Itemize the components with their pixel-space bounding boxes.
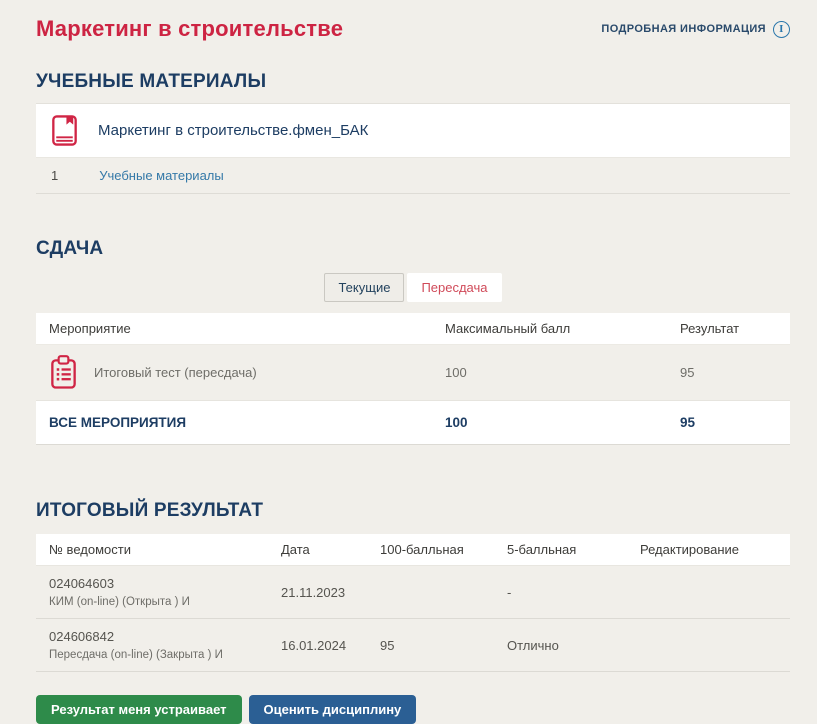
col-edit: Редактирование — [640, 542, 790, 557]
sheet-type: КИМ (on-line) (Открыта ) И — [49, 596, 281, 608]
col-sheet-number: № ведомости — [36, 542, 281, 557]
tab-current[interactable]: Текущие — [324, 273, 404, 302]
table-row: 024606842 Пересдача (on-line) (Закрыта )… — [36, 619, 790, 672]
total-max-score: 100 — [445, 415, 680, 430]
submission-heading: СДАЧА — [36, 238, 790, 260]
event-name[interactable]: Итоговый тест (пересдача) — [94, 365, 257, 380]
final-result-table: № ведомости Дата 100-балльная 5-балльная… — [36, 534, 790, 672]
material-link[interactable]: Учебные материалы — [99, 168, 224, 183]
submission-total-row: ВСЕ МЕРОПРИЯТИЯ 100 95 — [36, 401, 790, 445]
details-info-link[interactable]: ПОДРОБНАЯ ИНФОРМАЦИЯ i — [601, 21, 790, 38]
sheet-cell: 024064603 КИМ (on-line) (Открыта ) И — [36, 576, 281, 608]
page-container: Маркетинг в строительстве ПОДРОБНАЯ ИНФО… — [36, 0, 790, 724]
sheet-number: 024606842 — [49, 629, 281, 644]
final-result-heading: ИТОГОВЫЙ РЕЗУЛЬТАТ — [36, 500, 790, 522]
sheet-number: 024064603 — [49, 576, 281, 591]
rate-discipline-button[interactable]: Оценить дисциплину — [249, 695, 417, 724]
submission-table-header: Мероприятие Максимальный балл Результат — [36, 313, 790, 345]
event-result: 95 — [680, 365, 790, 380]
sheet-type: Пересдача (on-line) (Закрыта ) И — [49, 649, 281, 661]
material-index: 1 — [51, 168, 58, 183]
col-score5: 5-балльная — [507, 542, 640, 557]
event-max-score: 100 — [445, 365, 680, 380]
info-icon[interactable]: i — [773, 21, 790, 38]
materials-heading: УЧЕБНЫЕ МАТЕРИАЛЫ — [36, 71, 790, 93]
page-title: Маркетинг в строительстве — [36, 16, 343, 42]
final-result-header: № ведомости Дата 100-балльная 5-балльная… — [36, 534, 790, 566]
tab-retake[interactable]: Пересдача — [407, 273, 501, 302]
sheet-score5: - — [507, 585, 640, 600]
col-result: Результат — [680, 321, 790, 336]
sheet-score100: 95 — [380, 638, 507, 653]
table-row: 024064603 КИМ (on-line) (Открыта ) И 21.… — [36, 566, 790, 619]
material-row: 1 Учебные материалы — [36, 158, 790, 194]
clipboard-icon — [48, 354, 79, 391]
total-label: ВСЕ МЕРОПРИЯТИЯ — [36, 415, 445, 430]
details-info-label: ПОДРОБНАЯ ИНФОРМАЦИЯ — [601, 23, 766, 35]
col-event: Мероприятие — [36, 321, 445, 336]
total-result: 95 — [680, 415, 790, 430]
submission-tabs: Текущие Пересдача — [36, 273, 790, 302]
course-name: Маркетинг в строительстве.фмен_БАК — [98, 122, 368, 139]
sheet-date: 16.01.2024 — [281, 638, 380, 653]
table-row: Итоговый тест (пересдача) 100 95 — [36, 345, 790, 401]
sheet-cell: 024606842 Пересдача (on-line) (Закрыта )… — [36, 629, 281, 661]
submission-table: Мероприятие Максимальный балл Результат — [36, 313, 790, 445]
event-cell: Итоговый тест (пересдача) — [36, 354, 445, 391]
accept-result-button[interactable]: Результат меня устраивает — [36, 695, 242, 724]
col-score100: 100-балльная — [380, 542, 507, 557]
col-max-score: Максимальный балл — [445, 321, 680, 336]
action-buttons: Результат меня устраивает Оценить дисцип… — [36, 695, 790, 724]
course-card[interactable]: Маркетинг в строительстве.фмен_БАК — [36, 103, 790, 158]
sheet-score5: Отлично — [507, 638, 640, 653]
page-header: Маркетинг в строительстве ПОДРОБНАЯ ИНФО… — [36, 0, 790, 42]
sheet-date: 21.11.2023 — [281, 585, 380, 600]
book-icon — [48, 113, 81, 148]
col-date: Дата — [281, 542, 380, 557]
